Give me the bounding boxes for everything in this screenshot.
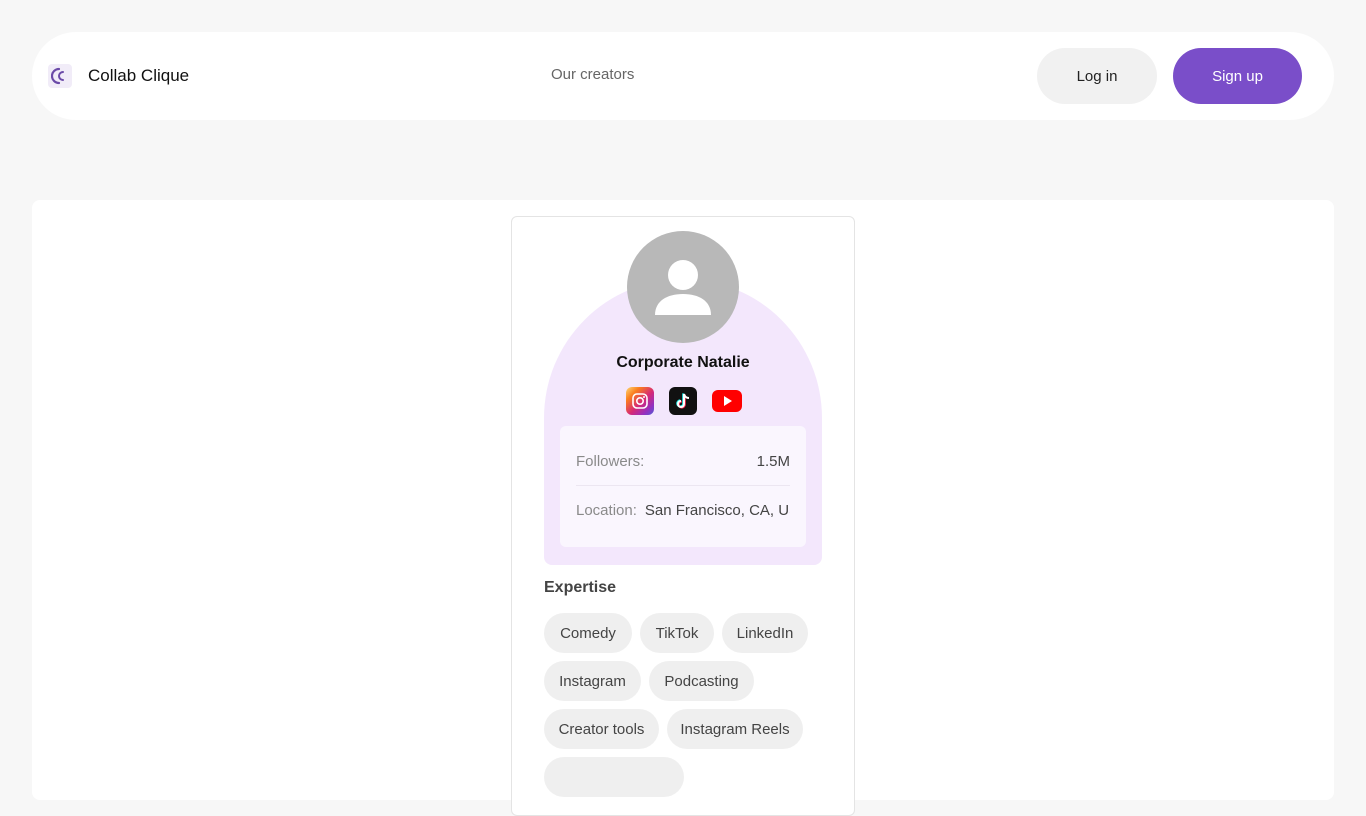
followers-value: 1.5M (756, 453, 790, 470)
followers-label: Followers: (576, 453, 645, 470)
instagram-icon[interactable] (626, 387, 654, 415)
collab-clique-logo-icon (48, 64, 72, 88)
location-value: San Francisco, CA, USA (644, 501, 790, 519)
tiktok-icon[interactable] (669, 387, 697, 415)
creator-name: Corporate Natalie (616, 354, 750, 371)
expertise-tag[interactable]: LinkedIn (722, 613, 808, 653)
social-links (626, 387, 742, 415)
login-button[interactable]: Log in (1037, 48, 1157, 104)
nav-link-our-creators[interactable]: Our creators (551, 66, 634, 83)
person-placeholder-icon (627, 231, 739, 343)
top-navbar: Collab Clique Our creators Log in Sign u… (32, 32, 1334, 120)
expertise-tag[interactable]: Creator tools (544, 709, 659, 749)
expertise-tag[interactable]: TikTok (640, 613, 714, 653)
location-row: Location: San Francisco, CA, USA (576, 486, 790, 534)
expertise-tag[interactable]: Podcasting (649, 661, 754, 701)
creator-profile-card: Corporate Natalie Followers: 1.5M Locati… (511, 216, 855, 816)
youtube-icon[interactable] (712, 387, 742, 415)
expertise-tag[interactable]: Comedy (544, 613, 632, 653)
expertise-tag-partial[interactable] (544, 757, 684, 797)
brand-name: Collab Clique (88, 66, 190, 85)
location-label: Location: (576, 501, 637, 519)
followers-row: Followers: 1.5M (576, 438, 790, 486)
expertise-heading: Expertise (544, 579, 617, 596)
profile-stats: Followers: 1.5M Location: San Francisco,… (560, 426, 806, 547)
expertise-tag[interactable]: Instagram Reels (667, 709, 803, 749)
signup-button[interactable]: Sign up (1173, 48, 1302, 104)
expertise-tag[interactable]: Instagram (544, 661, 641, 701)
brand[interactable]: Collab Clique (48, 64, 189, 88)
